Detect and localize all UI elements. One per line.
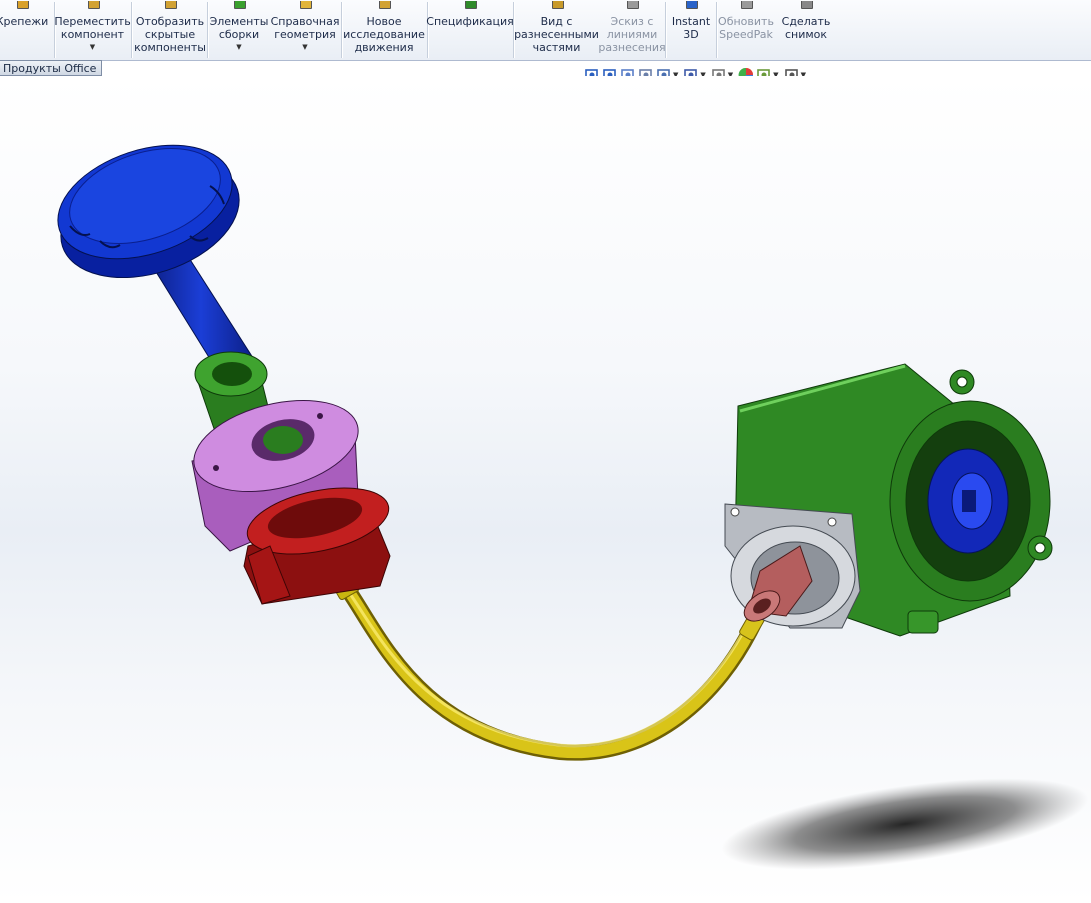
tool-exploded-view-button[interactable]: Вид с разнесенными частями xyxy=(514,0,599,60)
snapshot-icon xyxy=(798,1,814,10)
tool-explode-line-button[interactable]: Эскиз с линиями разнесения xyxy=(598,0,666,60)
tool-label: Обновить SpeedPak xyxy=(718,15,774,41)
ribbon-separator xyxy=(131,2,133,58)
command-manager: Крепежи Переместить компонент ▼ Отобразить … xyxy=(0,0,1091,61)
handle-assembly[interactable] xyxy=(43,125,394,605)
floor-shadow xyxy=(721,778,1089,870)
tool-speedpak-button[interactable]: Обновить SpeedPak xyxy=(718,0,774,60)
chevron-down-icon[interactable]: ▼ xyxy=(236,42,241,52)
tool-label: Вид с разнесенными частями xyxy=(514,15,599,54)
tool-snapshot-button[interactable]: Сделать снимок xyxy=(776,0,836,60)
speedpak-icon xyxy=(738,1,754,10)
tool-label: Эскиз с линиями разнесения xyxy=(598,15,666,54)
instant3d-icon xyxy=(683,1,699,10)
graphics-area[interactable] xyxy=(0,76,1091,903)
tool-instant3d-button[interactable]: Instant 3D xyxy=(667,0,715,60)
assembly-features-icon xyxy=(231,1,247,10)
tool-label: Элементы сборки xyxy=(209,15,269,41)
exploded-view-icon xyxy=(549,1,565,10)
tool-label: Справочная геометрия xyxy=(270,15,340,41)
chevron-down-icon[interactable]: ▼ xyxy=(302,42,307,52)
bom-icon xyxy=(462,1,478,10)
tool-label: Крепежи xyxy=(0,15,49,28)
cable[interactable] xyxy=(334,577,767,761)
tool-label: Спецификация xyxy=(426,15,514,28)
tool-label: Новое исследование движения xyxy=(343,15,425,54)
tool-label: Сделать снимок xyxy=(781,15,831,41)
tool-fasteners-button[interactable]: Крепежи xyxy=(0,0,52,60)
motor-housing[interactable] xyxy=(724,363,1053,637)
fastener-icon xyxy=(14,1,30,10)
office-products-tab[interactable]: Продукты Office xyxy=(0,60,103,76)
tool-reference-geometry-button[interactable]: Справочная геометрия ▼ xyxy=(271,0,339,60)
tool-move-button[interactable]: Переместить компонент ▼ xyxy=(54,0,131,60)
assembly-model xyxy=(43,125,1089,870)
chevron-down-icon[interactable]: ▼ xyxy=(90,42,95,52)
tool-label: Переместить компонент xyxy=(54,15,131,41)
show-hidden-icon xyxy=(162,1,178,10)
tool-assembly-features-button[interactable]: Элементы сборки ▼ xyxy=(209,0,269,60)
tool-bom-button[interactable]: Спецификация xyxy=(426,0,514,60)
move-component-icon xyxy=(85,1,101,10)
tool-label: Instant 3D xyxy=(671,15,711,41)
reference-geometry-icon xyxy=(297,1,313,10)
tool-motion-study-button[interactable]: Новое исследование движения xyxy=(343,0,425,60)
motion-study-icon xyxy=(376,1,392,10)
tool-show-hidden-button[interactable]: Отобразить скрытые компоненты xyxy=(134,0,206,60)
tool-label: Отобразить скрытые компоненты xyxy=(134,15,206,54)
knob[interactable] xyxy=(43,125,254,299)
explode-line-icon xyxy=(624,1,640,10)
